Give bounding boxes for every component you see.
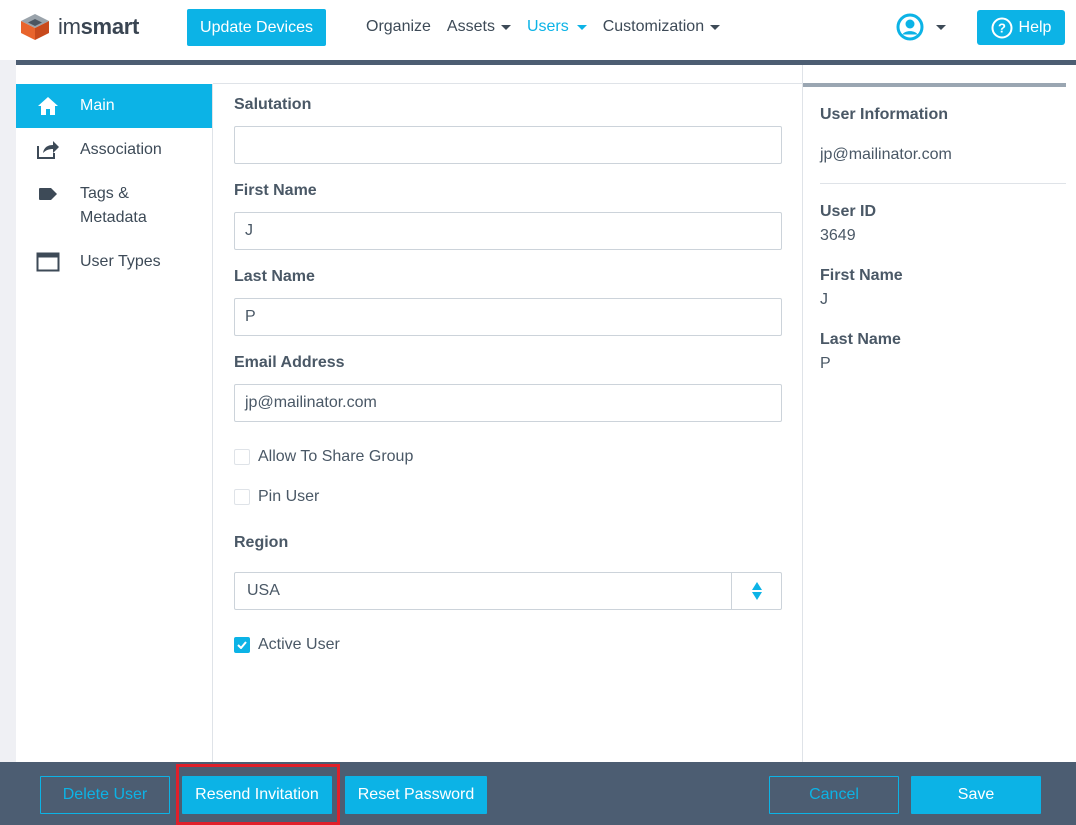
- sidebar-item-label: Main: [80, 97, 115, 114]
- user-id-value: 3649: [820, 227, 856, 244]
- share-icon: [36, 138, 60, 162]
- active-user-checkbox[interactable]: [234, 637, 250, 653]
- help-label: Help: [1018, 18, 1052, 36]
- user-form: Salutation First Name J Last Name P Emai…: [234, 84, 782, 654]
- user-avatar-icon: [896, 13, 924, 41]
- allow-share-group-row[interactable]: Allow To Share Group: [234, 448, 782, 466]
- question-icon: ?: [991, 17, 1013, 38]
- update-devices-button[interactable]: Update Devices: [187, 9, 326, 46]
- region-select[interactable]: USA: [234, 572, 782, 610]
- pin-user-label: Pin User: [258, 488, 320, 505]
- region-label: Region: [234, 534, 289, 551]
- cube-logo-icon: [21, 14, 49, 40]
- save-button[interactable]: Save: [911, 776, 1041, 814]
- info-divider: [820, 183, 1066, 184]
- user-menu[interactable]: [896, 13, 946, 41]
- nav-label: Assets: [446, 18, 495, 35]
- first-name-label: First Name: [234, 182, 317, 199]
- logo[interactable]: imsmart: [20, 13, 139, 41]
- window-icon: [36, 250, 60, 274]
- pin-user-checkbox[interactable]: [234, 489, 250, 505]
- nav-item-assets[interactable]: Assets: [447, 18, 511, 36]
- logo-text: imsmart: [58, 14, 140, 39]
- info-first-name-value: J: [820, 291, 828, 308]
- pin-user-row[interactable]: Pin User: [234, 488, 782, 506]
- nav-item-customization[interactable]: Customization: [602, 18, 721, 36]
- allow-share-group-checkbox[interactable]: [234, 449, 250, 465]
- delete-user-button[interactable]: Delete User: [40, 776, 170, 814]
- info-last-name-value: P: [820, 355, 831, 372]
- email-label: Email Address: [234, 354, 345, 371]
- svg-text:?: ?: [998, 20, 1006, 35]
- user-info-email: jp@mailinator.com: [820, 146, 952, 163]
- first-name-input[interactable]: J: [234, 212, 782, 250]
- top-navbar: imsmart Update Devices Organize Assets U…: [0, 0, 1076, 60]
- active-user-label: Active User: [258, 636, 340, 653]
- active-user-row[interactable]: Active User: [234, 636, 782, 654]
- sidebar-item-label-line2: Metadata: [80, 209, 147, 226]
- sidebar-item-label: Tags & Metadata: [80, 182, 147, 230]
- user-info-panel: User Information jp@mailinator.com User …: [802, 65, 1076, 762]
- sidebar-item-main[interactable]: Main: [16, 84, 212, 128]
- caret-down-icon: [710, 24, 721, 30]
- nav-label: Organize: [366, 18, 431, 35]
- sidebar-item-tags-metadata[interactable]: Tags & Metadata: [16, 182, 212, 230]
- allow-share-group-label: Allow To Share Group: [258, 448, 414, 465]
- nav-label: Customization: [602, 18, 705, 35]
- user-editor-card: Main Association Tags & Metadata User Typ…: [16, 65, 1076, 762]
- home-icon: [36, 94, 60, 118]
- reset-password-button[interactable]: Reset Password: [345, 776, 487, 814]
- nav-item-users[interactable]: Users: [527, 18, 587, 36]
- email-input[interactable]: jp@mailinator.com: [234, 384, 782, 422]
- nav-label: Users: [526, 18, 569, 35]
- action-bar: Delete User Resend Invitation Reset Pass…: [0, 762, 1076, 825]
- last-name-input[interactable]: P: [234, 298, 782, 336]
- info-panel-top-bar: [803, 83, 1066, 87]
- user-id-label: User ID: [820, 203, 877, 220]
- resend-invitation-button[interactable]: Resend Invitation: [182, 776, 332, 814]
- caret-down-icon: [576, 24, 587, 30]
- nav-item-organize[interactable]: Organize: [366, 18, 431, 36]
- caret-down-icon: [500, 24, 511, 30]
- sidebar-item-label-line1: Tags &: [80, 185, 129, 202]
- sidebar: Main Association Tags & Metadata User Typ…: [16, 84, 213, 762]
- caret-down-icon: [936, 24, 946, 30]
- salutation-input[interactable]: [234, 126, 782, 164]
- checkmark-icon: [237, 641, 247, 649]
- main-nav: Organize Assets Users Customization: [366, 18, 736, 36]
- cancel-button[interactable]: Cancel: [769, 776, 899, 814]
- info-first-name-label: First Name: [820, 267, 903, 284]
- info-last-name-label: Last Name: [820, 331, 901, 348]
- user-info-title: User Information: [820, 106, 949, 123]
- sidebar-item-user-types[interactable]: User Types: [16, 250, 212, 274]
- sidebar-item-label: User Types: [80, 253, 161, 270]
- sidebar-item-association[interactable]: Association: [16, 138, 212, 162]
- region-value: USA: [247, 582, 280, 599]
- select-arrows-icon: [731, 573, 781, 609]
- sidebar-item-label: Association: [80, 141, 162, 158]
- tag-icon: [36, 182, 60, 206]
- help-button[interactable]: ? Help: [977, 10, 1065, 45]
- salutation-label: Salutation: [234, 96, 312, 113]
- last-name-label: Last Name: [234, 268, 315, 285]
